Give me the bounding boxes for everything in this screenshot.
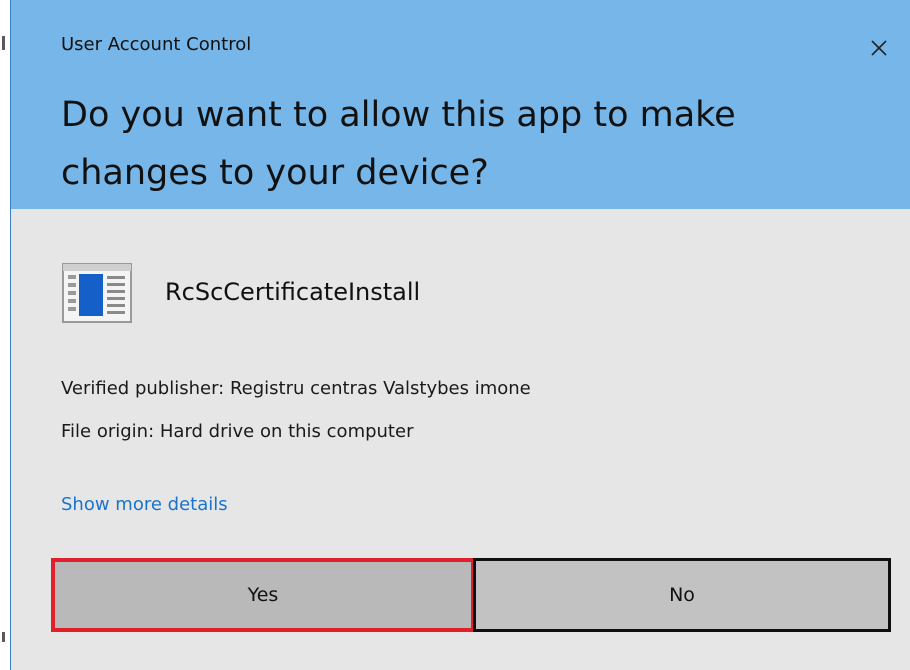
yes-button-label: Yes [247,584,279,606]
background-mark [2,36,5,50]
dialog-header: User Account Control Do you want to allo… [11,0,910,209]
close-button[interactable] [859,28,899,68]
publisher-text: Verified publisher: Registru centras Val… [61,378,531,399]
prompt-question: Do you want to allow this app to make ch… [61,95,736,193]
no-button[interactable]: No [473,558,891,632]
dialog-title: User Account Control [61,34,252,55]
file-origin-text: File origin: Hard drive on this computer [61,421,414,442]
yes-button[interactable]: Yes [51,558,475,632]
no-button-label: No [669,584,695,606]
background-strip [0,0,10,670]
uac-dialog: User Account Control Do you want to allo… [10,0,910,670]
close-icon [871,40,887,56]
application-window-icon [61,262,133,326]
app-name: RcScCertificateInstall [165,278,421,306]
background-mark [2,632,5,642]
show-more-details-link[interactable]: Show more details [61,494,228,515]
